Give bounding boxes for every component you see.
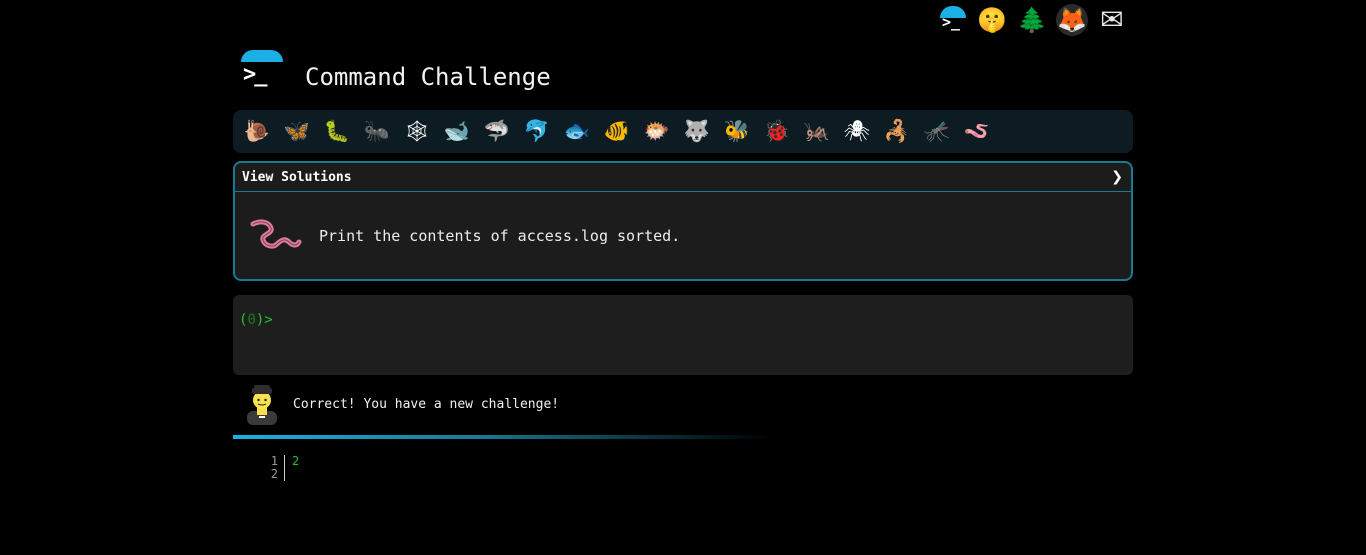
exit-code: 0 <box>247 312 256 328</box>
critter-scorpion-icon[interactable]: 🦂 <box>877 112 917 152</box>
critter-ant-icon[interactable]: 🐜 <box>357 112 397 152</box>
command-output: 1 2 2 <box>268 455 299 481</box>
evergreen-tree-icon[interactable]: 🌲 <box>1012 1 1052 39</box>
worm-icon <box>250 219 302 249</box>
cmdchallenge-logo-icon[interactable]: >_ <box>932 1 972 39</box>
critter-ladybug-icon[interactable]: 🐞 <box>757 112 797 152</box>
cmdchallenge-logo[interactable]: >_ <box>240 48 284 92</box>
envelope-icon[interactable]: ✉ <box>1092 1 1132 39</box>
gitlab-fox-icon[interactable]: 🦊 <box>1052 1 1092 39</box>
critter-spider-icon[interactable]: 🕷 <box>837 112 877 152</box>
critter-caterpillar-icon[interactable]: 🐛 <box>317 112 357 152</box>
critter-butterfly-icon[interactable]: 🦋 <box>277 112 317 152</box>
chevron-right-icon: ❯ <box>1111 169 1123 185</box>
critter-whale-icon[interactable]: 🐋 <box>437 112 477 152</box>
line-number: 2 <box>268 468 285 481</box>
critter-fish-icon[interactable]: 🐟 <box>557 112 597 152</box>
critter-worm-icon[interactable]: 🪱 <box>957 112 997 152</box>
critter-snail-icon[interactable]: 🐌 <box>237 112 277 152</box>
page-header: >_ Command Challenge <box>240 48 551 92</box>
logo-dome <box>241 50 283 62</box>
top-nav: >_ 🤫 🌲 🦊 ✉ <box>932 0 1137 40</box>
terminal-prompt: (0)> <box>239 312 273 328</box>
challenge-description: Print the contents of access.log sorted. <box>319 227 681 245</box>
terminal-input[interactable]: (0)> <box>233 295 1133 375</box>
view-solutions-label: View Solutions <box>242 169 352 185</box>
challenge-card: View Solutions ❯ Print the contents of a… <box>233 161 1133 281</box>
mini-logo-prompt: >_ <box>942 13 961 31</box>
shushing-face-icon[interactable]: 🤫 <box>972 1 1012 39</box>
prompt-close: )> <box>255 312 273 328</box>
critter-blowfish-icon[interactable]: 🐡 <box>637 112 677 152</box>
critter-wolf-icon[interactable]: 🐺 <box>677 112 717 152</box>
critter-bee-icon[interactable]: 🐝 <box>717 112 757 152</box>
critter-cricket-icon[interactable]: 🦗 <box>797 112 837 152</box>
feedback-row: Correct! You have a new challenge! <box>245 382 559 426</box>
critter-fly-icon[interactable]: 🦟 <box>917 112 957 152</box>
critter-dolphin-icon[interactable]: 🐬 <box>517 112 557 152</box>
feedback-message: Correct! You have a new challenge! <box>293 396 560 412</box>
output-line: 2 <box>268 468 299 481</box>
judge-person-icon <box>247 385 277 425</box>
logo-prompt: >_ <box>243 62 267 87</box>
challenge-body: Print the contents of access.log sorted. <box>235 192 1131 280</box>
challenge-selector-bar: 🐌 🦋 🐛 🐜 🕸 🐋 🦈 🐬 🐟 🐠 🐡 🐺 🐝 🐞 🦗 🕷 🦂 🦟 🪱 <box>233 110 1133 153</box>
critter-shark-icon[interactable]: 🦈 <box>477 112 517 152</box>
line-text <box>285 468 292 481</box>
progress-divider <box>233 435 773 439</box>
critter-spider-web-icon[interactable]: 🕸 <box>397 112 437 152</box>
page-title: Command Challenge <box>305 63 551 91</box>
line-text: 2 <box>292 454 300 468</box>
view-solutions-toggle[interactable]: View Solutions ❯ <box>235 163 1131 192</box>
critter-tropical-fish-icon[interactable]: 🐠 <box>597 112 637 152</box>
